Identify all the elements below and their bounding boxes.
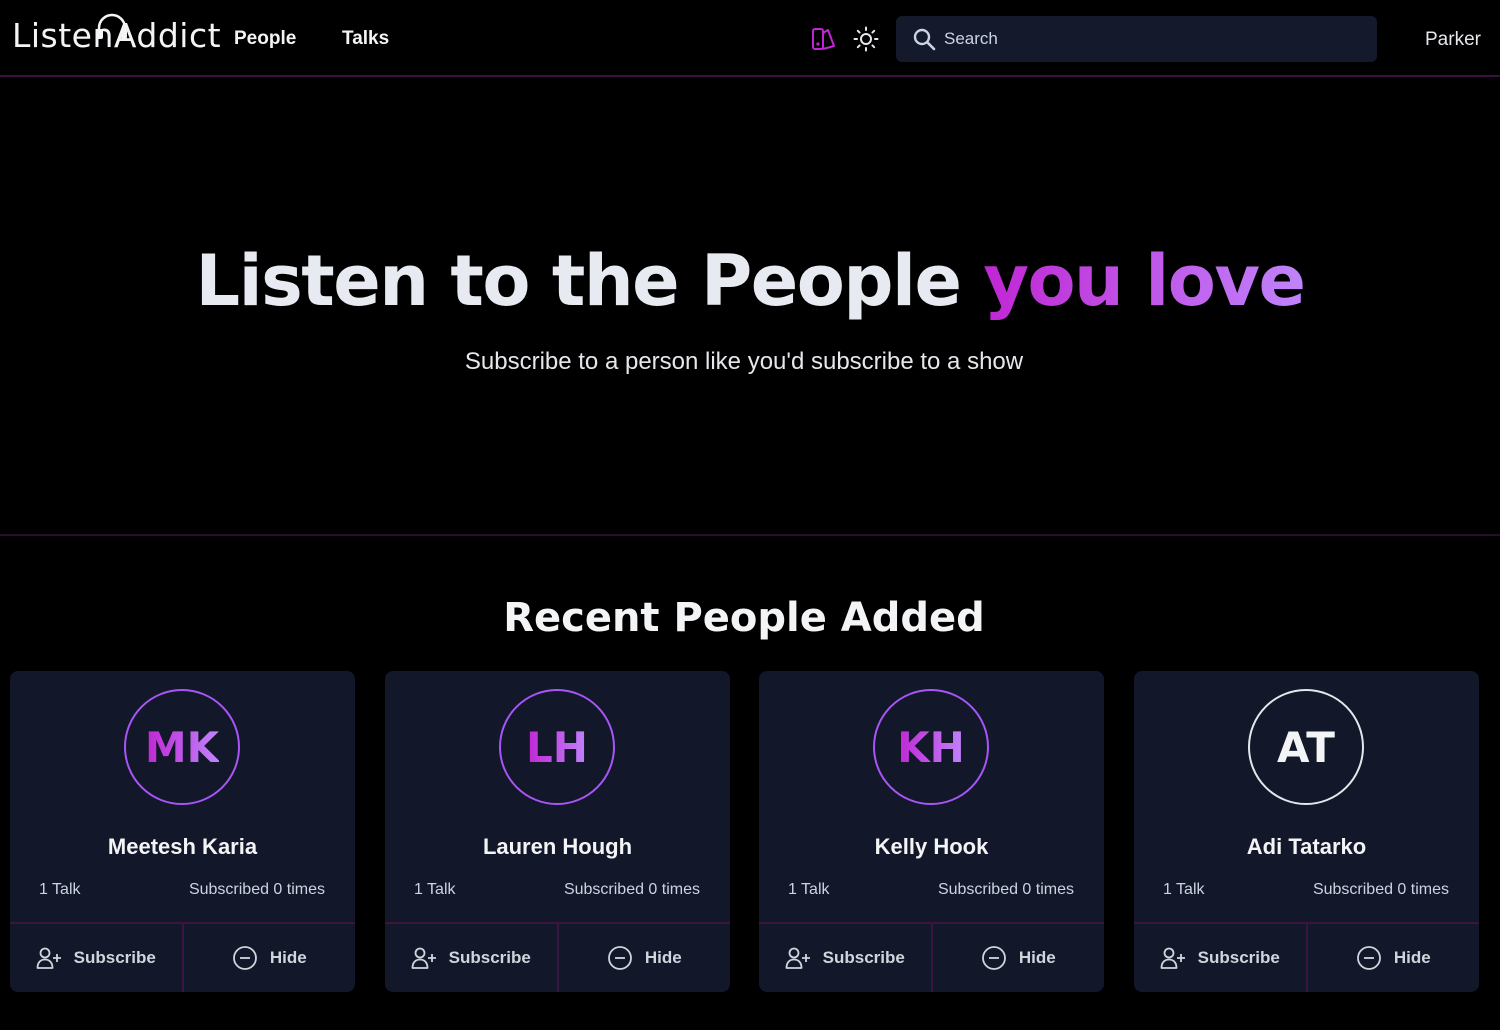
add-user-icon [1160,947,1185,969]
nav-link-people[interactable]: People [234,28,296,50]
avatar[interactable]: LH [499,689,615,805]
subscribe-button[interactable]: Subscribe [759,924,931,992]
subscription-count: Subscribed 0 times [188,881,325,898]
hide-button[interactable]: Hide [930,924,1105,992]
logo[interactable]: ListenAddict [12,13,221,58]
section-divider [0,534,1500,536]
navbar: ListenAddict People Talks Search Parker [0,0,1500,77]
headphones-icon [97,13,127,39]
person-name[interactable]: Lauren Hough [385,834,730,860]
subscribe-button[interactable]: Subscribe [1134,924,1306,992]
avatar[interactable]: MK [124,689,240,805]
minus-circle-icon [1356,946,1381,970]
subscription-count: Subscribed 0 times [563,881,700,898]
hide-label: Hide [644,948,682,967]
person-name[interactable]: Kelly Hook [759,834,1104,860]
hero-title-main: Listen to the People [195,240,984,322]
subscription-count: Subscribed 0 times [937,881,1074,898]
card-actions: Subscribe Hide [759,922,1104,992]
card-actions: Subscribe Hide [10,922,355,992]
user-menu[interactable]: Parker [1425,29,1481,51]
section-title: Recent People Added [503,595,985,641]
person-card: AT Adi Tatarko 1 Talk Subscribed 0 times… [1134,671,1479,992]
minus-circle-icon [981,946,1006,970]
nav-link-talks[interactable]: Talks [342,28,389,50]
avatar-initials: LH [526,722,588,772]
person-name[interactable]: Meetesh Karia [10,834,355,860]
person-name[interactable]: Adi Tatarko [1134,834,1479,860]
person-card: LH Lauren Hough 1 Talk Subscribed 0 time… [385,671,730,992]
avatar-initials: AT [1277,722,1335,772]
hide-button[interactable]: Hide [181,924,356,992]
add-user-icon [36,947,61,969]
talk-count: 1 Talk [414,881,456,898]
hide-label: Hide [1018,948,1056,967]
add-user-icon [785,947,810,969]
talk-count: 1 Talk [1163,881,1205,898]
talk-count: 1 Talk [788,881,830,898]
talk-count: 1 Talk [39,881,81,898]
card-actions: Subscribe Hide [1134,922,1479,992]
search-icon [913,28,936,51]
search-bar [896,16,1377,62]
minus-circle-icon [232,946,257,970]
add-user-icon [411,947,436,969]
avatar-initials: MK [144,722,220,772]
subscription-count: Subscribed 0 times [1312,881,1449,898]
person-card: MK Meetesh Karia 1 Talk Subscribed 0 tim… [10,671,355,992]
subscribe-label: Subscribe [1197,948,1280,967]
hide-label: Hide [269,948,307,967]
subscribe-label: Subscribe [448,948,531,967]
hero-title: Listen to the People you love [0,240,1500,322]
sun-icon[interactable] [853,26,879,57]
person-card: KH Kelly Hook 1 Talk Subscribed 0 times … [759,671,1104,992]
hide-button[interactable]: Hide [1305,924,1480,992]
subscribe-button[interactable]: Subscribe [10,924,182,992]
theme-palette-icon[interactable] [811,26,837,57]
avatar-initials: KH [897,722,965,772]
avatar[interactable]: KH [873,689,989,805]
card-actions: Subscribe Hide [385,922,730,992]
subscribe-label: Subscribe [73,948,156,967]
hide-button[interactable]: Hide [556,924,731,992]
subscribe-button[interactable]: Subscribe [385,924,557,992]
minus-circle-icon [607,946,632,970]
hero-title-accent: you love [983,240,1306,322]
hero-subtitle: Subscribe to a person like you'd subscri… [464,348,1024,375]
hide-label: Hide [1393,948,1431,967]
search-input[interactable] [944,16,1364,62]
subscribe-label: Subscribe [822,948,905,967]
avatar[interactable]: AT [1248,689,1364,805]
